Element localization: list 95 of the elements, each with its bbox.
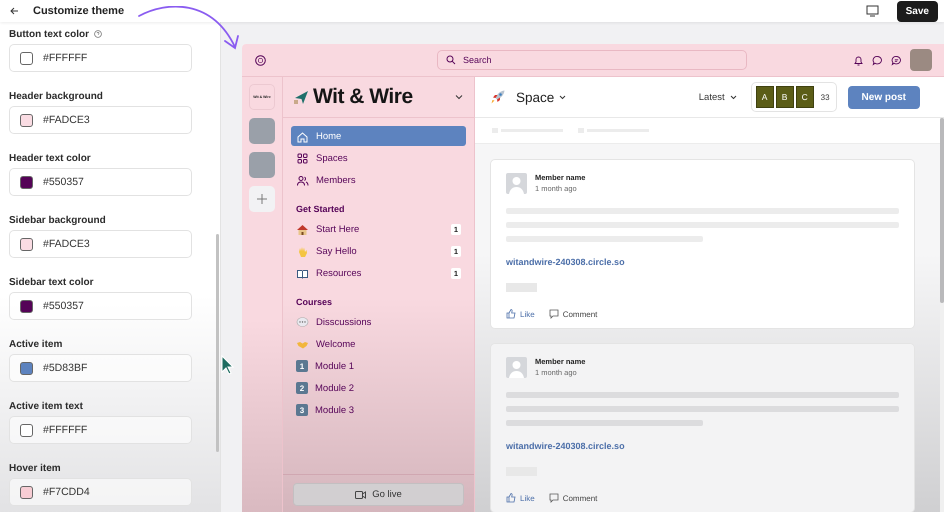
- color-swatch[interactable]: [20, 52, 33, 64]
- color-value: #550357: [43, 300, 84, 312]
- section-heading: Get Started: [295, 203, 346, 216]
- field-label: Header text color: [9, 152, 91, 164]
- sidebar-item[interactable]: Disscussions: [291, 312, 466, 332]
- chevron-down-icon[interactable]: [559, 94, 566, 100]
- field-label: Button text color: [9, 28, 89, 40]
- comment-button[interactable]: Comment: [548, 493, 598, 503]
- color-value: #FADCE3: [43, 114, 90, 126]
- community-name: Wit & Wire: [313, 85, 414, 109]
- thumbs-up-icon: [506, 493, 516, 503]
- color-field[interactable]: #FFFFFF: [9, 44, 192, 72]
- thumbs-up-icon: [506, 309, 516, 319]
- nav-item[interactable]: Home: [291, 126, 466, 146]
- color-value: #FFFFFF: [43, 52, 88, 64]
- color-swatch[interactable]: [20, 176, 33, 188]
- help-icon[interactable]: [94, 30, 102, 38]
- color-field[interactable]: #550357: [9, 168, 192, 196]
- section-heading: Courses: [295, 296, 334, 309]
- color-value: #F7CDD4: [43, 486, 90, 498]
- go-live-button[interactable]: Go live: [293, 483, 464, 506]
- color-swatch[interactable]: [20, 486, 33, 498]
- page-title: Customize theme: [33, 5, 124, 17]
- house-icon: [296, 222, 309, 236]
- chevron-down-icon[interactable]: [730, 94, 737, 100]
- add-community-button[interactable]: [249, 186, 275, 212]
- color-swatch[interactable]: [20, 238, 33, 250]
- color-swatch[interactable]: [20, 424, 33, 436]
- post-link[interactable]: witandwire-240308.circle.so: [506, 257, 899, 267]
- community-switcher-item[interactable]: [249, 152, 275, 178]
- color-swatch[interactable]: [20, 300, 33, 312]
- speech-bubble-icon: [296, 316, 309, 328]
- chevron-down-icon[interactable]: [455, 94, 463, 100]
- people-icon: [296, 174, 309, 186]
- community-logo-icon[interactable]: [255, 54, 266, 66]
- member-count: 33: [820, 92, 830, 102]
- save-button[interactable]: Save: [896, 0, 938, 22]
- comment-icon: [548, 493, 559, 503]
- field-label: Active item: [9, 338, 62, 350]
- like-button[interactable]: Like: [506, 493, 535, 503]
- rocket-icon: [490, 89, 506, 105]
- color-value: #5D83BF: [43, 362, 88, 374]
- color-swatch[interactable]: [20, 362, 33, 374]
- color-field[interactable]: #550357: [9, 292, 192, 320]
- field-label: Sidebar text color: [9, 276, 94, 288]
- color-swatch[interactable]: [20, 114, 33, 126]
- like-button[interactable]: Like: [506, 309, 535, 319]
- color-value: #FFFFFF: [43, 424, 88, 436]
- field-label: Hover item: [9, 462, 61, 474]
- video-camera-icon: [355, 490, 366, 498]
- chat-icon[interactable]: [872, 54, 883, 66]
- bell-icon[interactable]: [853, 54, 864, 66]
- member-avatar[interactable]: B: [776, 86, 794, 108]
- field-label: Sidebar background: [9, 214, 106, 226]
- back-arrow-icon[interactable]: [10, 7, 19, 15]
- keycap-icon: 1: [296, 360, 308, 372]
- sidebar-item[interactable]: 3 Module 3: [291, 400, 466, 420]
- color-field[interactable]: #FADCE3: [9, 230, 192, 258]
- plus-icon: [257, 194, 267, 204]
- new-post-button[interactable]: New post: [848, 86, 920, 108]
- message-icon[interactable]: [891, 54, 902, 66]
- comment-button[interactable]: Comment: [548, 309, 598, 319]
- sidebar-item[interactable]: 1 Module 1: [291, 356, 466, 376]
- paper-plane-logo-icon: [293, 89, 309, 105]
- home-icon: [296, 130, 309, 142]
- member-avatar[interactable]: A: [756, 86, 774, 108]
- color-field[interactable]: #FFFFFF: [9, 416, 192, 444]
- nav-item[interactable]: Members: [291, 170, 466, 190]
- color-value: #FADCE3: [43, 238, 90, 250]
- pointer-icon: [221, 355, 234, 375]
- search-field[interactable]: Search: [437, 50, 747, 70]
- keycap-icon: 3: [296, 404, 308, 416]
- grid-icon: [296, 152, 309, 164]
- avatar-icon: [506, 173, 527, 194]
- keycap-icon: 2: [296, 382, 308, 394]
- sort-dropdown[interactable]: Latest: [698, 92, 725, 102]
- scrollbar[interactable]: [940, 118, 944, 512]
- post-link[interactable]: witandwire-240308.circle.so: [506, 441, 899, 451]
- space-title[interactable]: Space: [516, 90, 554, 104]
- field-label: Header background: [9, 90, 103, 102]
- nav-item[interactable]: Spaces: [291, 148, 466, 168]
- monitor-icon[interactable]: [866, 5, 879, 17]
- field-label: Active item text: [9, 400, 83, 412]
- color-field[interactable]: #5D83BF: [9, 354, 192, 382]
- color-field[interactable]: #FADCE3: [9, 106, 192, 134]
- comment-icon: [548, 309, 559, 319]
- sidebar-item[interactable]: 2 Module 2: [291, 378, 466, 398]
- color-field[interactable]: #F7CDD4: [9, 478, 192, 506]
- community-switcher-item[interactable]: [249, 118, 275, 144]
- color-value: #550357: [43, 176, 84, 188]
- member-avatar[interactable]: C: [796, 86, 814, 108]
- sidebar-item[interactable]: Welcome: [291, 334, 466, 354]
- avatar-icon: [506, 357, 527, 378]
- scrollbar[interactable]: [216, 234, 219, 452]
- search-icon: [446, 55, 456, 65]
